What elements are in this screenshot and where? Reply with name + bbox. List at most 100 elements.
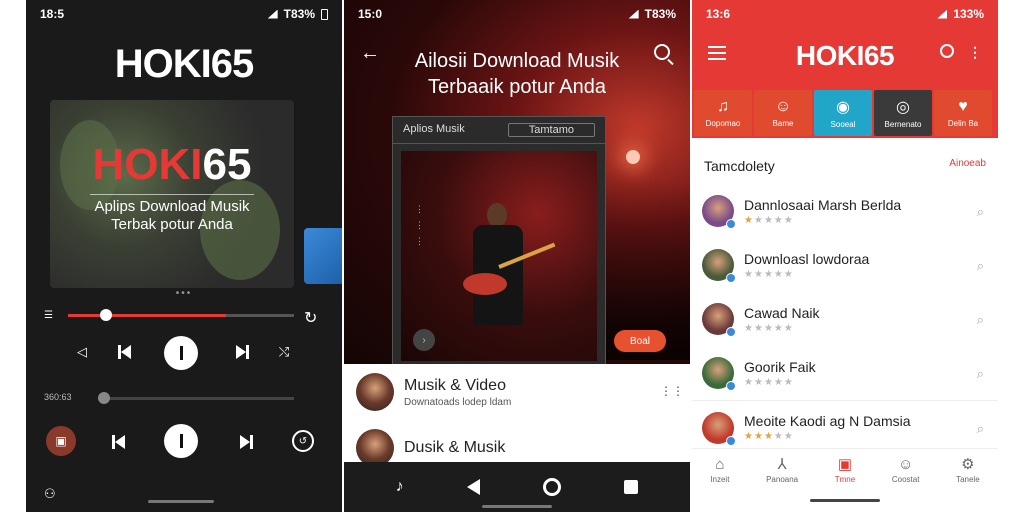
- track-name: Meoite Kaodi ag N Damsia: [744, 413, 911, 429]
- signal-icon: [628, 9, 639, 19]
- search-icon[interactable]: [940, 44, 954, 58]
- list-item[interactable]: Meoite Kaodi ag N Damsia ★★★★★ ⌕: [692, 400, 998, 454]
- download-icon[interactable]: ⌕: [977, 421, 984, 437]
- category-label: Delin Ba: [947, 119, 979, 128]
- list-item[interactable]: Cawad Naik ★★★★★ ⌕: [692, 292, 998, 346]
- track-list: Dannlosaai Marsh Berlda ★★★★★ ⌕ Downloasl l…: [692, 184, 998, 454]
- nav-item-inzeit[interactable]: ⌂ Inzeit: [710, 456, 729, 484]
- battery-text: T83%: [283, 7, 315, 21]
- nav-back-icon[interactable]: [466, 479, 480, 495]
- status-time: 15:0: [358, 7, 383, 21]
- shuffle-icon[interactable]: ⤭: [276, 344, 292, 360]
- list-item[interactable]: Downloasl lowdoraa ★★★★★ ⌕: [692, 238, 998, 292]
- track-name: Downloasl lowdoraa: [744, 250, 870, 267]
- home-icon: ⌂: [715, 455, 725, 473]
- seek-knob[interactable]: [99, 309, 112, 321]
- gesture-bar: [148, 500, 214, 503]
- category-label: Dopomao: [705, 119, 741, 128]
- rating-stars: ★★★★★: [744, 268, 794, 280]
- category-heart[interactable]: ♥ Delin Ba: [934, 90, 992, 136]
- status-time: 13:6: [706, 7, 731, 21]
- art-divider: [90, 194, 254, 195]
- player-phone: 18:5 T83% HOKI65 HOKI65 Aplips Download …: [26, 0, 342, 512]
- video-frame[interactable]: ⋮ ⋮ ⋮ ›: [401, 151, 597, 361]
- eye-icon: ◉: [836, 99, 850, 116]
- previous-button-secondary[interactable]: [110, 434, 126, 450]
- list-item[interactable]: Dannlosaai Marsh Berlda ★★★★★ ⌕: [692, 184, 998, 238]
- equalizer-icon[interactable]: ♪: [396, 478, 404, 496]
- app-logo: HOKI65: [114, 42, 255, 86]
- nav-recents-icon[interactable]: [624, 480, 639, 494]
- list-item[interactable]: Musik & Video Downatoads lodep ldam ⋮⋮: [344, 364, 690, 420]
- video-card[interactable]: Aplios Musik Tamtamo ⋮ ⋮ ⋮ ›: [392, 116, 606, 366]
- expand-button[interactable]: ›: [413, 329, 435, 351]
- video-phone: 15:0 T83% ← Ailosii Download Musik Terbaa…: [344, 0, 690, 512]
- cast-icon[interactable]: ⚇: [44, 486, 56, 502]
- repeat-icon[interactable]: ↻: [304, 308, 317, 328]
- nav-item-tmne[interactable]: ▣ Tmne: [835, 455, 855, 484]
- signal-icon: [267, 9, 278, 19]
- seek-bar[interactable]: [68, 309, 294, 321]
- category-strip: ♫ Dopomao ☺ Bame ◉ Sooeal ◎ Bernenato ♥ Delin Ba: [692, 90, 998, 136]
- category-music[interactable]: ♫ Dopomao: [694, 90, 752, 136]
- track-name: Goorik Faik: [744, 358, 816, 375]
- seek-bar-secondary[interactable]: [98, 392, 294, 404]
- category-game[interactable]: ☺ Bame: [754, 90, 812, 136]
- app-header: 13:6 133% HOKI65 ⋮ ♫ Dopomao ☺ Bame ◉ Sooeal ◎…: [692, 0, 998, 138]
- section-more-link[interactable]: Ainoeab: [949, 158, 986, 174]
- nav-label: Inzeit: [710, 474, 730, 484]
- elapsed-time: 360:63: [44, 392, 72, 402]
- avatar: [702, 357, 736, 391]
- avatar: [702, 411, 736, 446]
- explore-icon: ⅄: [777, 456, 787, 473]
- nav-home-icon[interactable]: [543, 478, 562, 496]
- play-pause-button-secondary[interactable]: [164, 424, 198, 458]
- category-label: Sooeal: [830, 120, 856, 129]
- music-icon: ♫: [717, 98, 729, 115]
- page-title: Ailosii Download Musik Terbaaik potur And…: [414, 50, 620, 98]
- avatar: [356, 373, 394, 411]
- category-bulb[interactable]: ◎ Bernenato: [874, 90, 932, 136]
- mini-album-thumb[interactable]: ▣: [46, 426, 76, 456]
- nav-label: Panoana: [766, 475, 799, 484]
- bulb-icon: ◎: [896, 99, 910, 116]
- next-button-secondary[interactable]: [238, 434, 254, 450]
- timer-icon[interactable]: ↺: [292, 430, 314, 452]
- status-time: 18:5: [40, 7, 65, 21]
- more-icon[interactable]: ⋮⋮: [660, 384, 684, 398]
- bottom-nav: ⌂ Inzeit ⅄ Panoana ▣ Tmne ☺ Coostat ⚙ Tanele: [692, 448, 998, 490]
- next-album-thumb[interactable]: [304, 228, 342, 284]
- nav-label: Tmne: [834, 475, 856, 484]
- queue-icon[interactable]: ☰: [44, 310, 53, 321]
- next-button[interactable]: [234, 344, 250, 360]
- rating-stars: ★★★★★: [744, 431, 794, 442]
- album-art[interactable]: HOKI65 Aplips Download Musik Terbak potur…: [50, 100, 294, 288]
- volume-icon[interactable]: ◁: [74, 344, 90, 360]
- nav-item-coostat[interactable]: ☺ Coostat: [892, 456, 920, 484]
- list-item[interactable]: Goorik Faik ★★★★★ ⌕: [692, 346, 998, 400]
- download-icon[interactable]: ⌕: [977, 258, 984, 274]
- download-icon[interactable]: ⌕: [977, 312, 984, 328]
- download-icon[interactable]: ⌕: [977, 204, 984, 220]
- previous-button[interactable]: [116, 344, 132, 360]
- tab-aplios-musik[interactable]: Aplios Musik: [403, 123, 465, 137]
- overflow-menu-icon[interactable]: ⋮: [968, 44, 982, 61]
- tab-tamtamo[interactable]: Tamtamo: [507, 123, 595, 137]
- status-bar: 15:0 T83%: [344, 0, 690, 28]
- category-eye[interactable]: ◉ Sooeal: [814, 90, 872, 136]
- nav-item-panoana[interactable]: ⅄ Panoana: [766, 455, 798, 484]
- gesture-area: [692, 490, 998, 512]
- nav-item-tanele[interactable]: ⚙ Tanele: [956, 455, 980, 484]
- download-icon[interactable]: ⌕: [977, 366, 984, 382]
- back-arrow-icon[interactable]: ←: [360, 42, 380, 65]
- action-pill-button[interactable]: Boal: [614, 330, 666, 352]
- rating-stars: ★★★★★: [744, 322, 794, 334]
- search-icon[interactable]: [654, 44, 670, 60]
- gesture-bar: [482, 505, 552, 508]
- video-side-controls: ⋮ ⋮ ⋮: [415, 204, 424, 246]
- seek-knob-secondary[interactable]: [98, 392, 110, 404]
- play-pause-button[interactable]: [164, 336, 198, 370]
- list-item-title: Musik & Video: [404, 376, 506, 394]
- seek-fill: [68, 314, 227, 317]
- heart-icon: ♥: [958, 98, 968, 115]
